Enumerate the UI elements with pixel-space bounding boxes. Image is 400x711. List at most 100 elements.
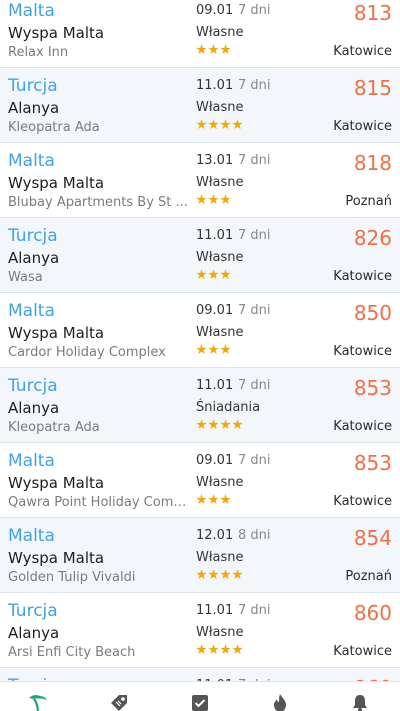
offer-board-type: Własne xyxy=(196,175,244,190)
offer-date: 11.01 xyxy=(196,378,234,393)
offer-region: Alanya xyxy=(8,624,60,642)
offer-row[interactable]: Malta Wyspa Malta Relax Inn 09.01 7 dni Własn… xyxy=(0,0,400,68)
offer-region: Alanya xyxy=(8,99,60,117)
tab-checklist[interactable] xyxy=(185,692,215,711)
star-icon xyxy=(208,569,219,580)
offer-country: Malta xyxy=(8,151,55,171)
offer-price: 826 xyxy=(353,226,392,250)
offer-row[interactable]: Turcja Alanya Wasa 11.01 7 dni Własne 826 Katow… xyxy=(0,218,400,293)
offer-board-type: Śniadania xyxy=(196,400,261,415)
offer-hotel-name: Cardor Holiday Complex xyxy=(8,345,166,360)
offer-row[interactable]: Malta Wyspa Malta Cardor Holiday Complex 09… xyxy=(0,293,400,368)
star-icon xyxy=(208,419,219,430)
star-icon xyxy=(232,119,243,130)
star-icon xyxy=(208,344,219,355)
offer-nights: 7 dni xyxy=(238,303,271,318)
offer-list[interactable]: Malta Wyspa Malta Relax Inn 09.01 7 dni Własn… xyxy=(0,0,400,681)
offer-row[interactable]: Turcja Alanya Kleopatra Ada 11.01 7 dni Własn… xyxy=(0,68,400,143)
star-icon xyxy=(220,419,231,430)
offer-nights: 7 dni xyxy=(238,453,271,468)
star-icon xyxy=(220,119,231,130)
offer-departure-city: Poznań xyxy=(345,194,392,209)
offer-departure-city: Katowice xyxy=(333,419,392,434)
offer-board-type: Własne xyxy=(196,250,244,265)
star-icon xyxy=(196,494,207,505)
offer-departure-city: Katowice xyxy=(333,344,392,359)
offer-region: Wyspa Malta xyxy=(8,474,105,492)
offer-row[interactable]: Malta Wyspa Malta Qawra Point Holiday Comp… xyxy=(0,443,400,518)
offer-date: 11.01 xyxy=(196,78,234,93)
star-icon xyxy=(220,269,231,280)
star-icon xyxy=(208,119,219,130)
offer-country: Turcja xyxy=(8,76,58,96)
hotel-star-rating xyxy=(196,494,231,506)
offer-region: Wyspa Malta xyxy=(8,24,105,42)
offer-date: 09.01 xyxy=(196,453,234,468)
offer-row[interactable]: Malta Wyspa Malta Blubay Apartments By St … xyxy=(0,143,400,218)
offer-region: Wyspa Malta xyxy=(8,324,105,342)
offer-row[interactable]: Turcja Alanya Arsi Enfi City Beach 11.01 7 d… xyxy=(0,593,400,668)
tab-hot[interactable] xyxy=(265,692,295,711)
offer-hotel-name: Wasa xyxy=(8,270,43,285)
offer-region: Wyspa Malta xyxy=(8,549,105,567)
offer-hotel-name: Relax Inn xyxy=(8,45,69,60)
tab-deals[interactable] xyxy=(104,692,134,711)
tag-icon xyxy=(108,692,130,711)
offer-country: Malta xyxy=(8,1,55,21)
star-icon xyxy=(208,269,219,280)
offer-nights: 7 dni xyxy=(238,603,271,618)
checkbox-icon xyxy=(189,692,211,711)
offer-hotel-name: Arsi Enfi City Beach xyxy=(8,645,136,660)
offer-board-type: Własne xyxy=(196,550,244,565)
offer-departure-city: Katowice xyxy=(333,494,392,509)
star-icon xyxy=(208,194,219,205)
offer-board-type: Własne xyxy=(196,625,244,640)
star-icon xyxy=(220,569,231,580)
offer-board-type: Własne xyxy=(196,25,244,40)
offer-date: 11.01 xyxy=(196,603,234,618)
offer-date: 09.01 xyxy=(196,303,234,318)
hotel-star-rating xyxy=(196,569,243,581)
offer-nights: 7 dni xyxy=(238,378,271,393)
offer-price: 850 xyxy=(353,301,392,325)
tab-search[interactable] xyxy=(23,692,53,711)
tab-notifications[interactable] xyxy=(345,692,375,711)
offer-board-type: Własne xyxy=(196,100,244,115)
star-icon xyxy=(196,269,207,280)
star-icon xyxy=(196,194,207,205)
offer-region: Wyspa Malta xyxy=(8,174,105,192)
offer-board-type: Własne xyxy=(196,325,244,340)
offer-country: Malta xyxy=(8,526,55,546)
star-icon xyxy=(196,419,207,430)
offer-region: Alanya xyxy=(8,399,60,417)
offer-departure-city: Katowice xyxy=(333,644,392,659)
star-icon xyxy=(220,644,231,655)
offer-country: Turcja xyxy=(8,376,58,396)
palm-beach-icon xyxy=(27,692,49,711)
offer-price: 853 xyxy=(353,451,392,475)
star-icon xyxy=(208,644,219,655)
offer-row[interactable]: Malta Wyspa Malta Golden Tulip Vivaldi 12.0… xyxy=(0,518,400,593)
offer-row[interactable]: Turcja11.017 dni860 xyxy=(0,668,400,681)
bottom-tab-bar xyxy=(0,681,400,711)
offer-row[interactable]: Turcja Alanya Kleopatra Ada 11.01 7 dni Śniad… xyxy=(0,368,400,443)
offer-country: Malta xyxy=(8,451,55,471)
offer-nights: 7 dni xyxy=(238,153,271,168)
offer-price: 813 xyxy=(353,1,392,25)
offer-hotel-name: Kleopatra Ada xyxy=(8,420,100,435)
star-icon xyxy=(196,44,207,55)
offer-country: Turcja xyxy=(8,226,58,246)
hotel-star-rating xyxy=(196,269,231,281)
hotel-star-rating xyxy=(196,344,231,356)
offer-price: 818 xyxy=(353,151,392,175)
star-icon xyxy=(196,569,207,580)
hotel-star-rating xyxy=(196,644,243,656)
bell-icon xyxy=(349,692,371,711)
offer-country: Turcja xyxy=(8,601,58,621)
offer-date: 12.01 xyxy=(196,528,234,543)
offer-nights: 7 dni xyxy=(238,78,271,93)
offer-nights: 7 dni xyxy=(238,228,271,243)
offer-hotel-name: Blubay Apartments By St ... xyxy=(8,195,188,210)
star-icon xyxy=(220,44,231,55)
offer-hotel-name: Qawra Point Holiday Comp... xyxy=(8,495,190,510)
